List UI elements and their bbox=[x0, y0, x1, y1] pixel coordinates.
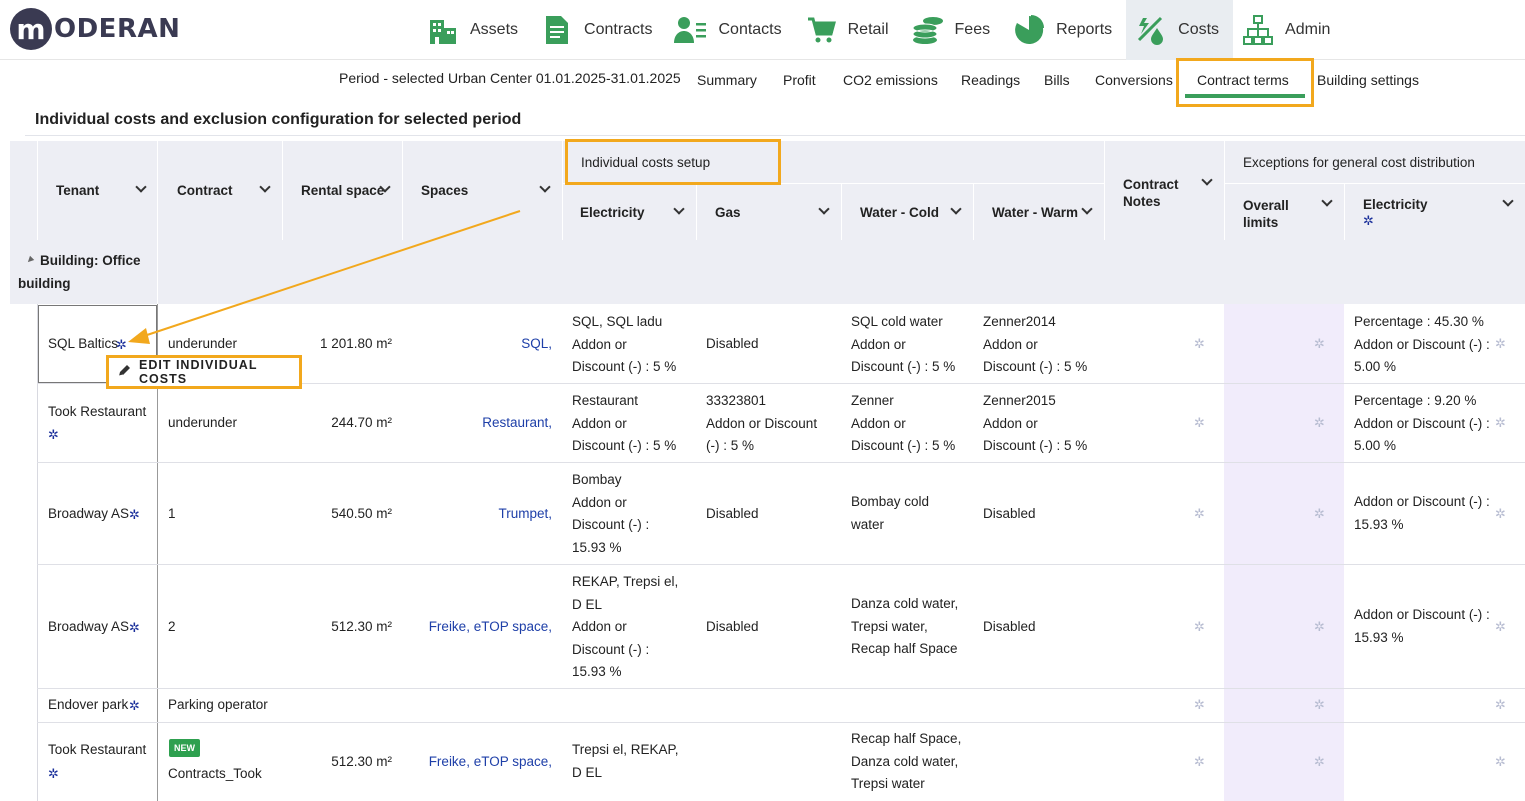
annotation-arrow bbox=[128, 210, 521, 344]
edit-individual-costs-label: EDIT INDIVIDUAL COSTS bbox=[139, 358, 258, 386]
edit-individual-costs-button[interactable]: EDIT INDIVIDUAL COSTS bbox=[106, 355, 302, 389]
pencil-icon bbox=[117, 364, 131, 381]
